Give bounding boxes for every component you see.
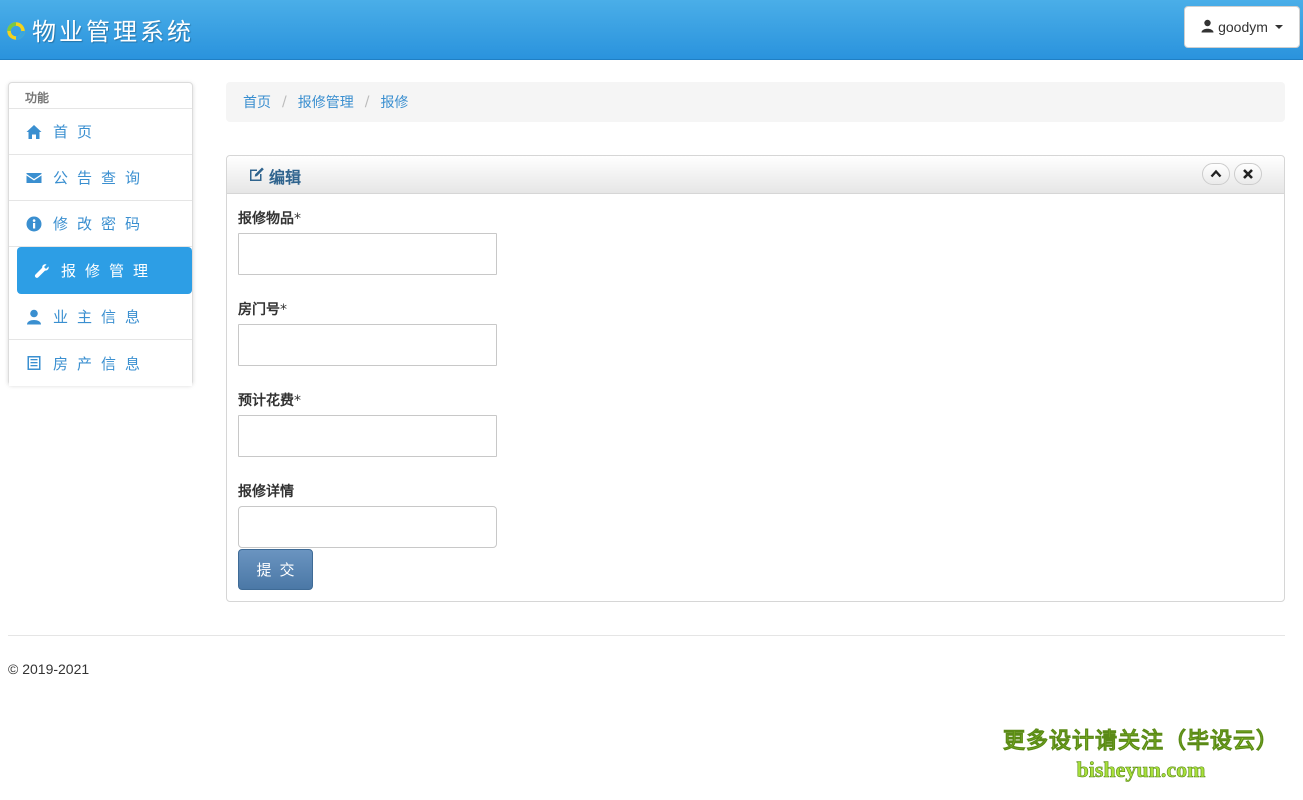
watermark-line1: 更多设计请关注（毕设云） [1002, 729, 1279, 755]
sidebar-item-label: 业主信息 [53, 308, 150, 326]
panel-title: 编辑 [248, 164, 301, 188]
copyright-text: © 2019-2021 [8, 661, 90, 677]
user-name: goodym [1218, 19, 1268, 35]
breadcrumb-repair[interactable]: 报修 [380, 92, 408, 112]
sidebar-item-owner-info[interactable]: 业主信息 [9, 294, 192, 340]
user-icon [1201, 19, 1214, 36]
sidebar-section-label: 功能 [9, 83, 192, 109]
sidebar-item-label: 首页 [53, 123, 102, 141]
user-menu-button[interactable]: goodym [1184, 6, 1300, 48]
user-icon [25, 308, 43, 326]
sidebar-item-announcements[interactable]: 公告查询 [9, 155, 192, 201]
breadcrumb-separator: / [282, 94, 287, 110]
edit-icon [248, 166, 265, 187]
app-title: 物业管理系统 [32, 18, 194, 46]
chevron-up-icon [1210, 169, 1222, 178]
envelope-icon [25, 169, 43, 187]
breadcrumb-repair-management[interactable]: 报修管理 [298, 92, 354, 112]
field-label-repair-item: 报修物品* [238, 211, 301, 227]
field-label-room-number: 房门号* [238, 302, 287, 318]
app-logo: 物业管理系统 [4, 12, 194, 47]
field-label-estimated-cost: 预计花费* [238, 393, 301, 409]
watermark-line2: bisheyun.com [1076, 757, 1206, 783]
estimated-cost-input[interactable] [238, 415, 497, 457]
room-number-input[interactable] [238, 324, 497, 366]
sidebar-item-change-password[interactable]: 修改密码 [9, 201, 192, 247]
repair-form: 报修物品* 房门号* 预计花费* 报修详情 [238, 208, 497, 572]
collapse-button[interactable] [1202, 163, 1230, 185]
panel-tools [1202, 163, 1262, 185]
repair-details-textarea[interactable] [238, 506, 497, 548]
caret-down-icon [1274, 25, 1283, 29]
panel-heading: 编辑 [227, 156, 1284, 194]
close-icon [1243, 169, 1253, 179]
logo-icon [4, 17, 30, 43]
sidebar: 功能 首页 公告查询 修改密码 报修管理 业主信息 房产信息 [8, 82, 193, 386]
close-button[interactable] [1234, 163, 1262, 185]
sidebar-item-label: 公告查询 [53, 169, 150, 187]
footer-divider [8, 635, 1285, 636]
watermark: 更多设计请关注（毕设云） bisheyun.com [1003, 723, 1279, 783]
home-icon [25, 123, 43, 141]
panel-title-text: 编辑 [269, 168, 302, 187]
breadcrumb-separator: / [364, 94, 370, 110]
sidebar-item-label: 修改密码 [53, 215, 150, 233]
field-label-repair-details: 报修详情 [238, 484, 294, 500]
sidebar-item-property-info[interactable]: 房产信息 [9, 340, 192, 386]
sidebar-item-home[interactable]: 首页 [9, 109, 192, 155]
wrench-icon [33, 262, 51, 280]
top-navbar: 物业管理系统 goodym [0, 0, 1303, 60]
list-icon [25, 354, 43, 372]
submit-button[interactable]: 提交 [238, 549, 313, 590]
info-icon [25, 215, 43, 233]
breadcrumb: 首页 / 报修管理 / 报修 [226, 82, 1285, 122]
repair-item-input[interactable] [238, 233, 497, 275]
sidebar-item-label: 报修管理 [61, 262, 158, 280]
sidebar-item-repair-management[interactable]: 报修管理 [17, 247, 192, 294]
breadcrumb-home[interactable]: 首页 [243, 92, 271, 112]
edit-panel: 编辑 报修物品* 房门号* 预计花费* 报修详情 提交 [226, 155, 1285, 602]
sidebar-item-label: 房产信息 [53, 354, 150, 373]
